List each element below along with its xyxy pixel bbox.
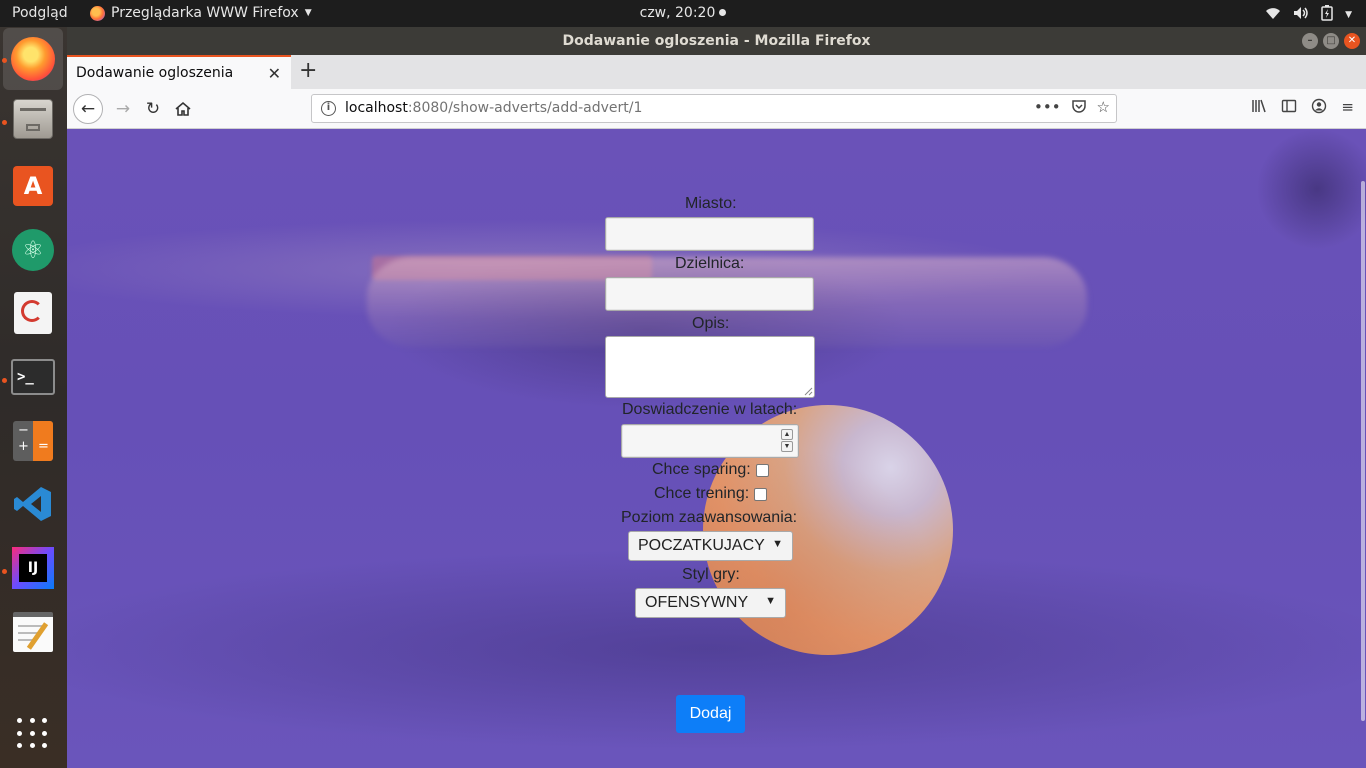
training-label: Chce trening: [654,485,750,502]
wifi-icon [1265,6,1281,24]
account-icon[interactable] [1311,98,1327,118]
files-icon [13,99,53,139]
level-select-value: POCZATKUJACY [638,537,765,554]
intellij-icon: IJ [12,547,54,589]
power-menu-icon: ▼ [1345,10,1352,20]
scrollbar[interactable] [1358,129,1366,768]
terminal-icon: >_ [11,359,55,395]
sparring-checkbox[interactable] [756,464,769,477]
navigation-toolbar: ← → ↻ i localhost:8080/show-adverts/add-… [67,89,1366,129]
resize-handle-icon[interactable] [803,386,813,396]
url-path: :8080/show-adverts/add-advert/1 [407,100,643,116]
dock-terminal[interactable]: >_ [9,353,57,401]
dock-text-editor[interactable] [9,608,57,656]
title-bar[interactable]: Dodawanie ogloszenia - Mozilla Firefox –… [67,27,1366,55]
text-editor-icon [13,612,53,652]
add-advert-form: Miasto: Dzielnica: Opis: Doswiadczenie w… [67,129,1366,768]
dock-files[interactable] [9,95,57,143]
window-title: Dodawanie ogloszenia - Mozilla Firefox [562,33,871,49]
window-controls: – □ ✕ [1302,33,1360,49]
battery-icon [1321,5,1333,25]
description-label: Opis: [692,315,730,332]
district-input[interactable] [605,277,814,311]
style-select-value: OFENSYWNY [645,594,749,611]
chevron-down-icon: ▼ [765,595,776,607]
level-label: Poziom zaawansowania: [621,509,798,526]
sparring-label: Chce sparing: [652,461,751,478]
firefox-small-icon [90,5,105,21]
reload-button[interactable]: ↻ [139,95,167,123]
forward-button[interactable]: → [109,95,137,123]
style-select[interactable]: OFENSYWNY ▼ [635,588,786,618]
url-text: localhost:8080/show-adverts/add-advert/1 [345,100,642,116]
experience-number-input[interactable]: ▲ ▼ [621,424,799,458]
app-menu[interactable]: Przeglądarka WWW Firefox ▼ [90,5,312,21]
dock-show-apps[interactable] [9,710,57,758]
dock-calculator[interactable]: − + = [9,417,57,465]
chevron-down-icon: ▼ [772,538,783,550]
dock-vscode[interactable] [9,480,57,528]
software-center-icon: A [13,166,53,206]
pocket-icon[interactable] [1071,98,1087,118]
caret-down-icon: ▼ [304,8,312,18]
city-label: Miasto: [685,195,737,212]
firefox-window: Dodawanie ogloszenia - Mozilla Firefox –… [67,27,1366,768]
city-input[interactable] [605,217,814,251]
running-indicator [2,120,7,125]
spin-down-icon[interactable]: ▼ [781,441,793,452]
toolbar-right: ≡ [1251,98,1354,118]
minimize-button[interactable]: – [1302,33,1318,49]
scrollbar-thumb[interactable] [1361,181,1365,721]
close-window-button[interactable]: ✕ [1344,33,1360,49]
notification-dot-icon [719,9,727,16]
top-panel: czw, 20:20 Podgląd Przeglądarka WWW Fire… [0,0,1366,27]
description-textarea[interactable] [605,336,815,398]
site-info-icon[interactable]: i [321,101,336,116]
level-select[interactable]: POCZATKUJACY ▼ [628,531,793,561]
system-tray[interactable]: ▼ [1265,5,1352,25]
close-tab-icon[interactable]: ✕ [268,64,281,83]
vscode-icon [13,484,53,524]
dock-document-viewer[interactable] [9,289,57,337]
new-tab-button[interactable]: + [299,58,317,83]
dock-software[interactable]: A [9,162,57,210]
dock: A ⚛ >_ − + = IJ [0,27,67,768]
home-button[interactable] [169,95,197,123]
running-indicator [2,378,7,383]
back-button[interactable]: ← [73,94,103,124]
clock-text: czw, 20:20 [639,5,716,21]
submit-button[interactable]: Dodaj [676,695,745,733]
tab-bar: Dodawanie ogloszenia ✕ + [67,55,1366,89]
url-host: localhost [345,100,408,116]
volume-icon [1293,6,1309,24]
running-indicator [2,569,7,574]
activities-button[interactable]: Podgląd [12,5,68,21]
spin-up-icon[interactable]: ▲ [781,429,793,440]
hamburger-menu-icon[interactable]: ≡ [1341,98,1354,118]
url-actions: ••• ☆ [1034,98,1110,118]
bookmark-star-icon[interactable]: ☆ [1097,98,1110,118]
url-bar[interactable]: i localhost:8080/show-adverts/add-advert… [311,94,1117,123]
sidebar-icon[interactable] [1281,98,1297,118]
dock-firefox[interactable] [3,28,63,90]
document-viewer-icon [14,292,52,334]
district-label: Dzielnica: [675,255,745,272]
calculator-icon: − + = [13,421,53,461]
style-label: Styl gry: [682,566,740,583]
tab-active[interactable]: Dodawanie ogloszenia ✕ [67,55,291,89]
show-apps-icon [17,718,49,750]
app-menu-label: Przeglądarka WWW Firefox [111,5,299,21]
tab-title: Dodawanie ogloszenia [76,65,234,81]
page-actions-icon[interactable]: ••• [1034,98,1061,118]
running-indicator [2,58,7,63]
firefox-icon [11,37,55,81]
dock-intellij[interactable]: IJ [9,544,57,592]
page-content: Miasto: Dzielnica: Opis: Doswiadczenie w… [67,129,1366,768]
atom-icon: ⚛ [12,229,54,271]
library-icon[interactable] [1251,98,1267,118]
experience-label: Doswiadczenie w latach: [622,401,798,418]
maximize-button[interactable]: □ [1323,33,1339,49]
dock-atom[interactable]: ⚛ [9,226,57,274]
training-checkbox[interactable] [754,488,767,501]
